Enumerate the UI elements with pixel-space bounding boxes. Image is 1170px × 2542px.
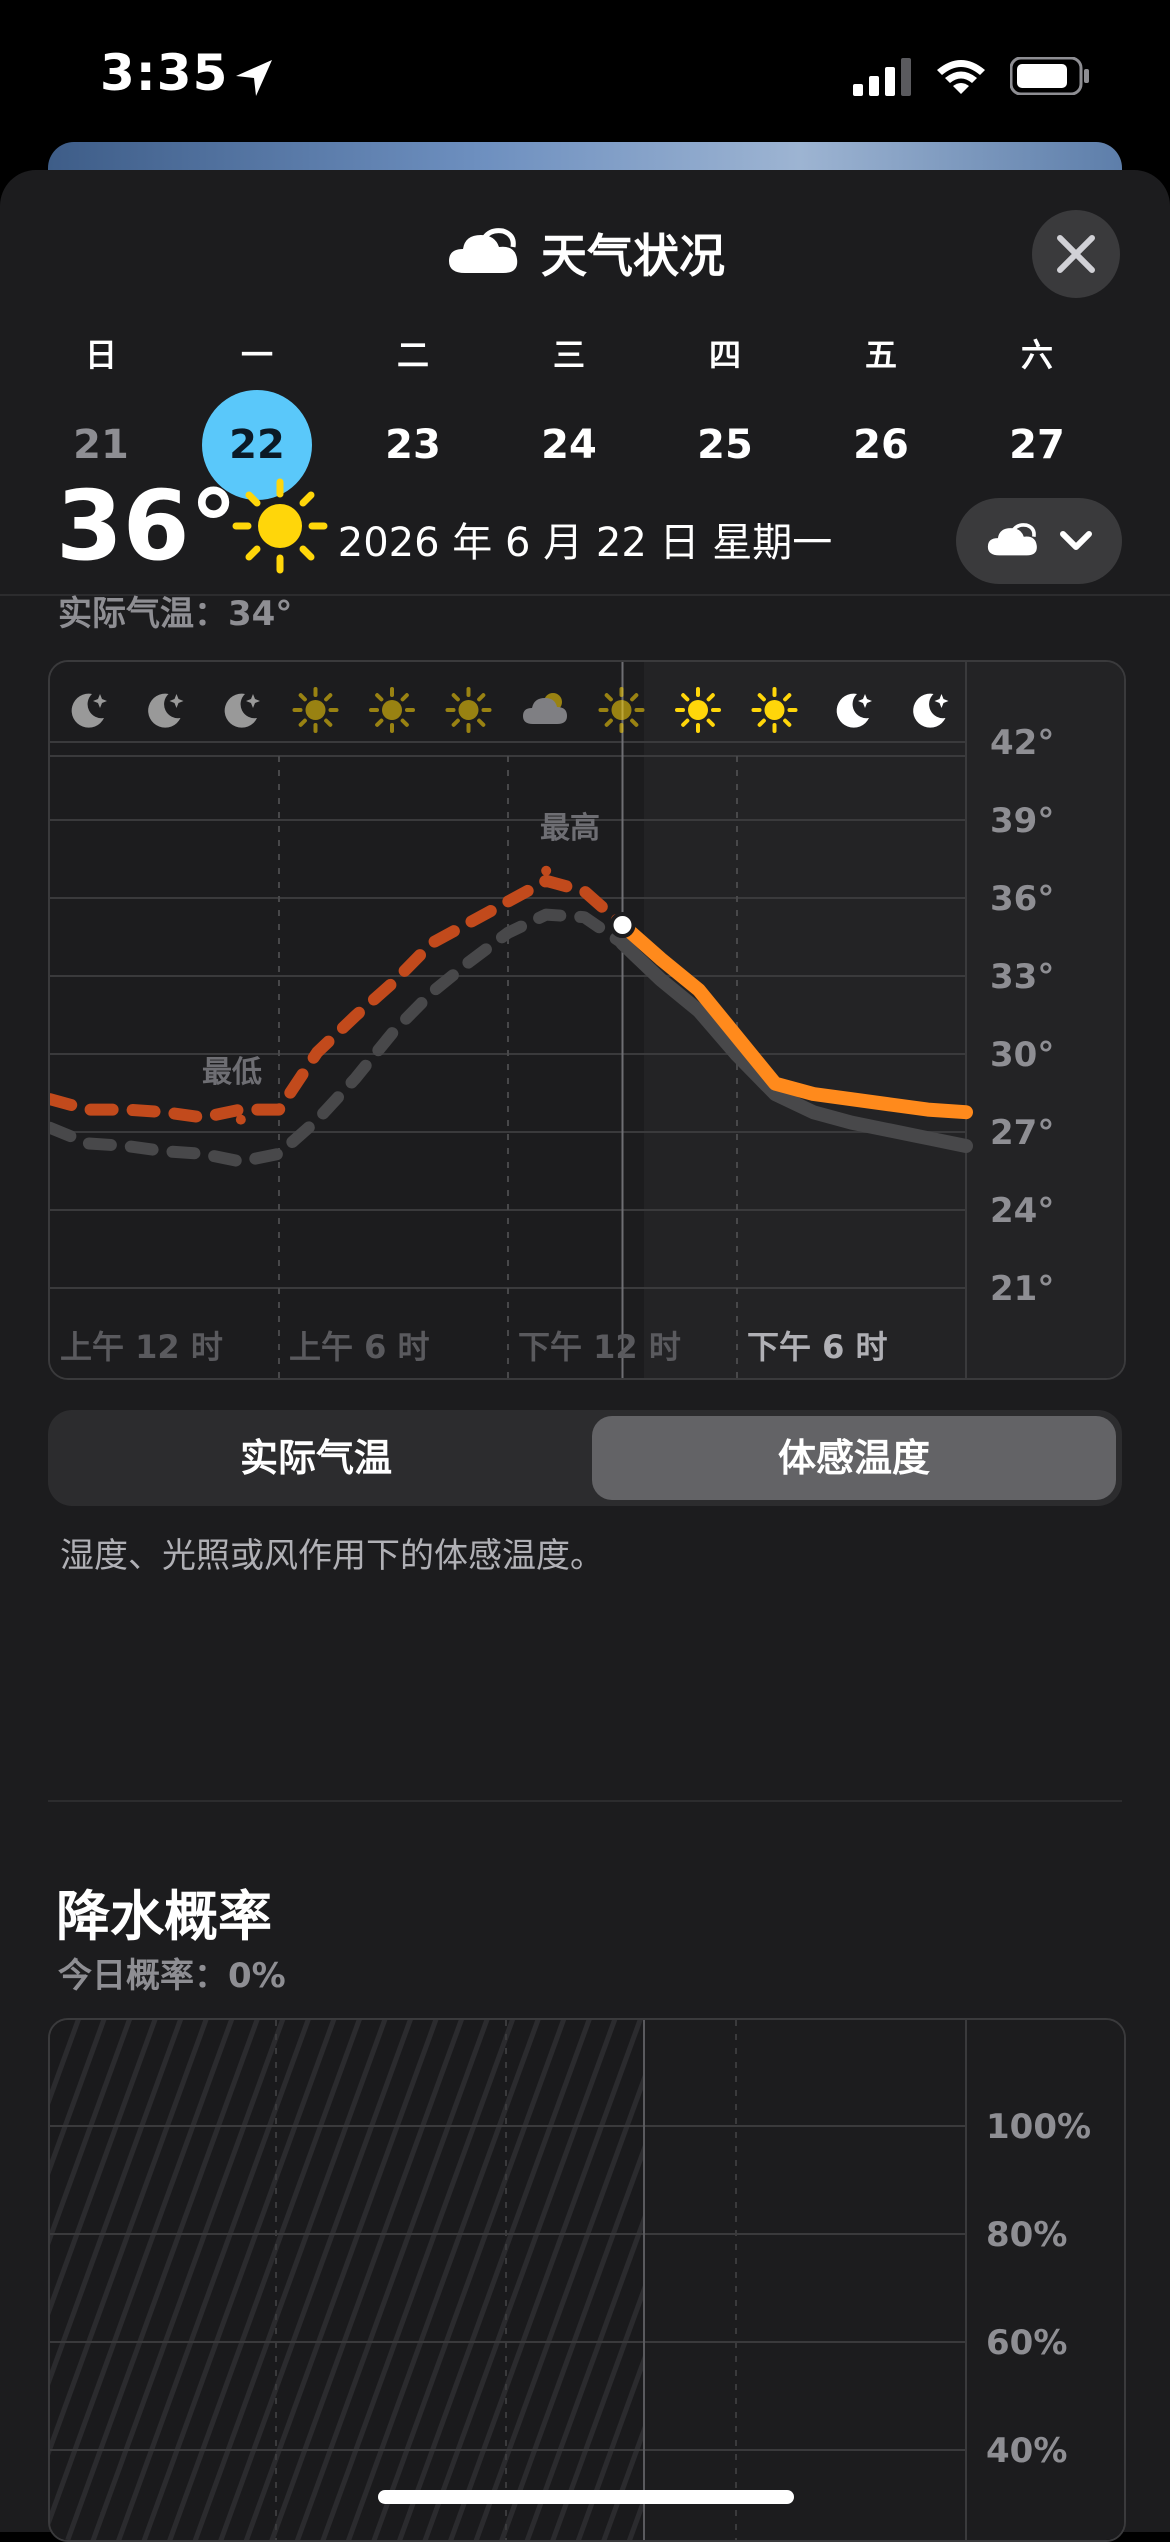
sheet-title: 天气状况	[445, 220, 725, 286]
close-icon	[1057, 235, 1095, 273]
divider	[48, 1800, 1122, 1802]
day-column[interactable]: 六 27	[982, 330, 1092, 468]
precip-y-label: 100%	[986, 2107, 1091, 2147]
day-date[interactable]: 23	[358, 390, 468, 500]
sheet-title-text: 天气状况	[541, 229, 725, 283]
current-temperature: 36°	[56, 470, 238, 582]
precip-title: 降水概率	[56, 1885, 272, 1948]
precip-y-label: 80%	[986, 2215, 1067, 2255]
y-axis-label: 21°	[990, 1269, 1054, 1309]
day-column[interactable]: 三 24	[514, 330, 624, 468]
day-name: 四	[708, 336, 741, 374]
day-name: 五	[864, 336, 897, 374]
day-column[interactable]: 四 25	[670, 330, 780, 468]
day-name: 三	[552, 336, 585, 374]
home-indicator[interactable]	[378, 2490, 794, 2504]
close-button[interactable]	[1032, 210, 1120, 298]
high-label: 最高	[540, 811, 600, 846]
status-time: 3:35	[100, 44, 229, 102]
x-axis-label: 下午 6 时	[747, 1328, 888, 1366]
chevron-down-icon	[1060, 531, 1092, 550]
signal-icon	[853, 58, 911, 96]
precip-chart[interactable]: 100% 80% 60% 40%	[48, 2018, 1126, 2542]
day-name: 六	[1020, 336, 1053, 374]
low-point-marker	[235, 1114, 246, 1125]
precip-chart-svg: 100% 80% 60% 40%	[50, 2020, 1124, 2540]
y-axis-label: 36°	[990, 879, 1054, 919]
feels-like-note: 湿度、光照或风作用下的体感温度。	[60, 1536, 604, 1576]
segment-actual[interactable]: 实际气温	[54, 1416, 578, 1500]
sheet-header: 天气状况	[0, 220, 1170, 300]
segment-feels-like[interactable]: 体感温度	[592, 1416, 1116, 1500]
high-point-marker	[541, 865, 552, 876]
day-column[interactable]: 日 21	[46, 330, 156, 468]
y-axis-label: 27°	[990, 1113, 1054, 1153]
y-axis-label: 24°	[990, 1191, 1054, 1231]
x-axis-label: 上午 12 时	[60, 1328, 223, 1366]
day-column[interactable]: 五 26	[826, 330, 936, 468]
day-name: 日	[84, 336, 117, 374]
x-axis-label: 上午 6 时	[289, 1328, 430, 1366]
day-name: 一	[240, 336, 273, 374]
y-axis-label: 33°	[990, 957, 1054, 997]
day-name: 二	[396, 336, 429, 374]
day-date[interactable]: 26	[826, 390, 936, 500]
sun-icon	[232, 478, 328, 574]
wifi-icon	[937, 60, 985, 94]
low-label: 最低	[202, 1055, 262, 1090]
cloud-icon	[987, 523, 1037, 556]
actual-temperature: 实际气温：34°	[58, 594, 293, 634]
temperature-chart[interactable]: 42° 39° 36° 33° 30° 27° 24° 21° 上午 12 时 上午 6 时 下午…	[48, 660, 1126, 1380]
y-axis-label: 42°	[990, 723, 1054, 763]
precip-y-label: 60%	[986, 2323, 1067, 2363]
temperature-mode-segmented: 实际气温 体感温度	[48, 1410, 1122, 1506]
day-date[interactable]: 24	[514, 390, 624, 500]
y-axis-label: 39°	[990, 801, 1054, 841]
y-axis-label: 30°	[990, 1035, 1054, 1075]
x-axis-label: 下午 12 时	[518, 1328, 681, 1366]
current-point-marker	[609, 912, 636, 938]
precip-subtitle: 今日概率：0%	[58, 1956, 286, 1996]
cloud-icon	[449, 228, 518, 273]
day-date[interactable]: 27	[982, 390, 1092, 500]
battery-icon	[1010, 57, 1089, 95]
temperature-chart-svg: 42° 39° 36° 33° 30° 27° 24° 21° 上午 12 时 上午 6 时 下午…	[50, 662, 1124, 1378]
day-date[interactable]: 25	[670, 390, 780, 500]
condition-picker-button[interactable]	[956, 498, 1122, 584]
status-bar: 3:35	[0, 0, 1170, 150]
day-column[interactable]: 一 22	[202, 330, 312, 500]
location-arrow-icon	[236, 60, 272, 96]
day-column[interactable]: 二 23	[358, 330, 468, 468]
precip-y-label: 40%	[986, 2431, 1067, 2471]
